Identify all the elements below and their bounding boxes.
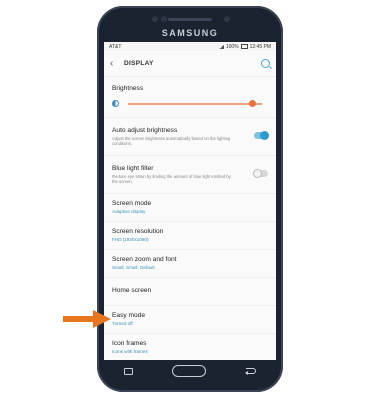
blue-light-filter-toggle[interactable] (253, 169, 268, 178)
screen-resolution-item[interactable]: Screen resolution FHD (1920x1080) (104, 222, 276, 250)
battery-percent: 100% (225, 43, 239, 50)
display-settings-screen: AT&T 100% 12:45 PM ‹ DISPLAY Brightness … (104, 42, 276, 360)
setting-description: Reduce eye strain by limiting the amount… (112, 174, 231, 185)
item-value: Turned off (112, 321, 133, 326)
blue-light-filter-row[interactable]: Blue light filter Reduce eye strain by l… (104, 156, 276, 194)
item-value: FHD (1920x1080) (112, 237, 149, 242)
item-title: Icon frames (112, 340, 147, 347)
clock: 12:45 PM (249, 43, 271, 50)
search-icon[interactable] (261, 59, 270, 68)
slider-thumb[interactable] (249, 100, 257, 107)
home-button[interactable] (172, 365, 207, 377)
setting-title: Auto adjust brightness (112, 127, 178, 134)
recent-apps-key[interactable] (123, 367, 133, 375)
auto-adjust-brightness-row[interactable]: Auto adjust brightness Adjust the screen… (104, 118, 276, 156)
setting-description: Adjust the screen brightness automatical… (112, 136, 231, 147)
setting-title: Blue light filter (112, 165, 154, 172)
item-title: Screen resolution (112, 228, 164, 235)
icon-frames-item[interactable]: Icon frames Icons with frames (104, 334, 276, 360)
signal-icon (218, 44, 224, 49)
brand-logo: SAMSUNG (161, 28, 219, 38)
item-title: Screen mode (112, 200, 152, 207)
brightness-section: Brightness (104, 77, 276, 118)
app-header: ‹ DISPLAY (104, 51, 276, 77)
back-key[interactable] (245, 368, 257, 375)
page-title: DISPLAY (124, 60, 154, 67)
screen-zoom-font-item[interactable]: Screen zoom and font Small, Small, Defau… (104, 250, 276, 278)
item-value: Small, Small, Default (112, 265, 155, 270)
sensor-icon (161, 16, 167, 22)
item-title: Home screen (112, 287, 152, 294)
brightness-slider[interactable] (112, 100, 268, 107)
status-bar: AT&T 100% 12:45 PM (104, 42, 276, 51)
auto-brightness-toggle[interactable] (254, 131, 269, 140)
item-value: Adaptive display (112, 209, 146, 214)
earpiece-speaker (168, 18, 212, 21)
home-screen-item[interactable]: Home screen (104, 278, 276, 306)
easy-mode-item[interactable]: Easy mode Turned off (104, 306, 276, 334)
sensor-icon (152, 16, 158, 22)
item-value: Icons with frames (112, 349, 148, 354)
carrier-label: AT&T (109, 43, 122, 50)
brightness-icon (112, 100, 119, 107)
item-title: Easy mode (112, 312, 145, 319)
brightness-label: Brightness (112, 85, 144, 92)
front-camera-icon (224, 16, 230, 22)
slider-track[interactable] (128, 100, 262, 107)
hardware-keys (104, 360, 276, 382)
back-arrow-icon[interactable]: ‹ (110, 58, 124, 69)
status-indicators: 100% 12:45 PM (218, 43, 271, 50)
screen-mode-item[interactable]: Screen mode Adaptive display (104, 194, 276, 222)
callout-arrow-icon (63, 310, 111, 328)
battery-icon (240, 44, 248, 49)
item-title: Screen zoom and font (112, 256, 177, 263)
